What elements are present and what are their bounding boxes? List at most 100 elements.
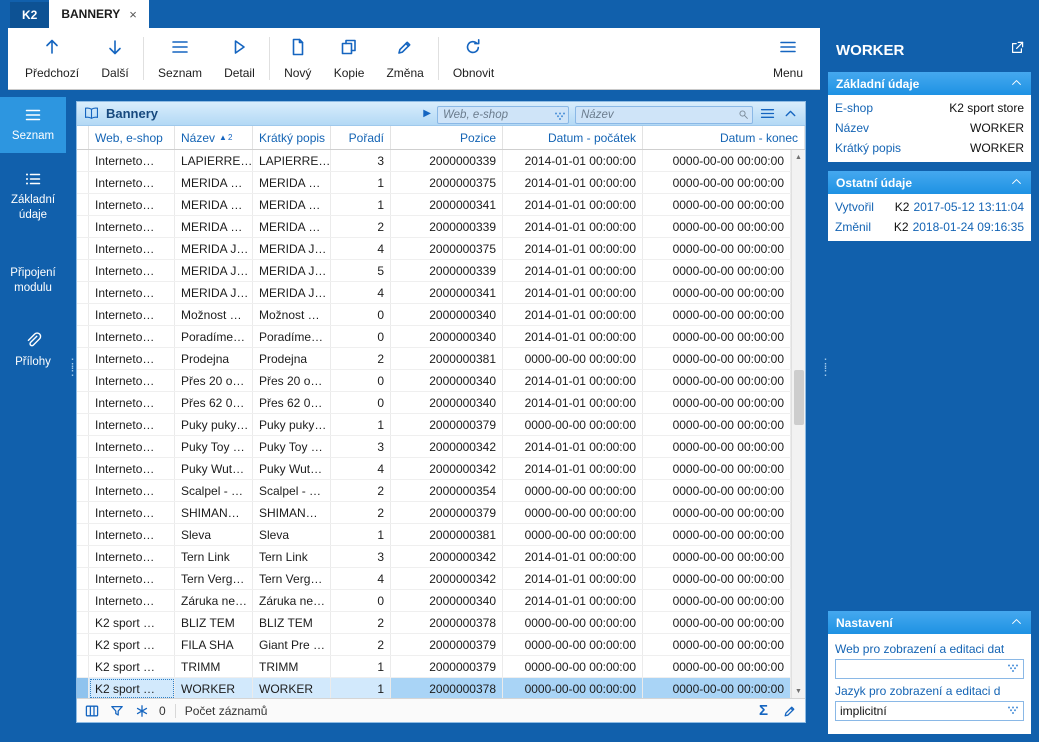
cell[interactable]: 0000-00-00 00:00:00 bbox=[643, 370, 791, 391]
cell[interactable]: MERIDA J… bbox=[175, 260, 253, 281]
column-header-poradi[interactable]: Pořadí bbox=[331, 126, 391, 149]
vertical-scrollbar[interactable]: ▲ ▼ bbox=[791, 150, 805, 698]
cell[interactable]: 3 bbox=[331, 150, 391, 171]
cell[interactable]: 2000000340 bbox=[391, 304, 503, 325]
cell[interactable]: 2014-01-01 00:00:00 bbox=[503, 392, 643, 413]
cell[interactable]: 4 bbox=[331, 282, 391, 303]
table-row[interactable]: Interneto…MERIDA …MERIDA …12000000341201… bbox=[77, 194, 791, 216]
cell[interactable]: 0 bbox=[331, 370, 391, 391]
asterisk-icon[interactable] bbox=[134, 703, 150, 719]
tab-k2[interactable]: K2 bbox=[10, 2, 49, 28]
cell[interactable]: Možnost … bbox=[253, 304, 331, 325]
table-row[interactable]: Interneto…Možnost …Možnost …020000003402… bbox=[77, 304, 791, 326]
cell[interactable]: Sleva bbox=[253, 524, 331, 545]
cell[interactable]: 0000-00-00 00:00:00 bbox=[643, 260, 791, 281]
cell[interactable]: 1 bbox=[331, 194, 391, 215]
cell[interactable]: MERIDA J… bbox=[175, 238, 253, 259]
field-row[interactable]: E-shop K2 sport store bbox=[828, 98, 1031, 118]
cell[interactable]: 0000-00-00 00:00:00 bbox=[503, 524, 643, 545]
row-marker[interactable] bbox=[77, 458, 89, 479]
cell[interactable]: 0000-00-00 00:00:00 bbox=[503, 678, 643, 698]
table-row[interactable]: Interneto…Puky Toy …Puky Toy …3200000034… bbox=[77, 436, 791, 458]
cell[interactable]: Interneto… bbox=[89, 216, 175, 237]
cell[interactable]: 0000-00-00 00:00:00 bbox=[503, 612, 643, 633]
right-splitter[interactable]: ⋮⋮ bbox=[819, 360, 827, 374]
cell[interactable]: MERIDA … bbox=[253, 172, 331, 193]
row-marker[interactable] bbox=[77, 590, 89, 611]
edit-pencil-icon[interactable] bbox=[782, 703, 798, 719]
row-marker[interactable] bbox=[77, 348, 89, 369]
row-marker[interactable] bbox=[77, 172, 89, 193]
cell[interactable]: Scalpel - … bbox=[175, 480, 253, 501]
cell[interactable]: 2000000340 bbox=[391, 370, 503, 391]
cell[interactable]: 2000000354 bbox=[391, 480, 503, 501]
cell[interactable]: 2014-01-01 00:00:00 bbox=[503, 304, 643, 325]
cell[interactable]: LAPIERRE… bbox=[175, 150, 253, 171]
row-marker[interactable] bbox=[77, 370, 89, 391]
cell[interactable]: Interneto… bbox=[89, 590, 175, 611]
cell[interactable]: Tern Link bbox=[253, 546, 331, 567]
cell[interactable]: K2 sport … bbox=[89, 678, 175, 698]
table-row[interactable]: Interneto…MERIDA …MERIDA …12000000375201… bbox=[77, 172, 791, 194]
tab-bannery[interactable]: BANNERY × bbox=[49, 0, 149, 28]
cell[interactable]: Interneto… bbox=[89, 282, 175, 303]
cell[interactable]: Interneto… bbox=[89, 370, 175, 391]
cell[interactable]: Interneto… bbox=[89, 480, 175, 501]
cell[interactable]: 4 bbox=[331, 458, 391, 479]
open-external-icon[interactable] bbox=[1009, 40, 1025, 60]
cell[interactable]: 1 bbox=[331, 414, 391, 435]
table-row[interactable]: K2 sport …WORKERWORKER120000003780000-00… bbox=[77, 678, 791, 698]
cell[interactable]: 2014-01-01 00:00:00 bbox=[503, 172, 643, 193]
cell[interactable]: Interneto… bbox=[89, 260, 175, 281]
previous-button[interactable]: Předchozí bbox=[14, 28, 90, 89]
table-row[interactable]: Interneto…MERIDA J…MERIDA J…420000003412… bbox=[77, 282, 791, 304]
dropdown-icon[interactable] bbox=[1007, 702, 1019, 720]
cell[interactable]: 1 bbox=[331, 524, 391, 545]
cell[interactable]: MERIDA … bbox=[253, 194, 331, 215]
cell[interactable]: 0 bbox=[331, 326, 391, 347]
cell[interactable]: Interneto… bbox=[89, 304, 175, 325]
cell[interactable]: 3 bbox=[331, 546, 391, 567]
cell[interactable]: 0000-00-00 00:00:00 bbox=[643, 436, 791, 457]
cell[interactable]: 2 bbox=[331, 612, 391, 633]
cell[interactable]: 1 bbox=[331, 172, 391, 193]
scrollbar-thumb[interactable] bbox=[794, 370, 804, 425]
cell[interactable]: 2 bbox=[331, 502, 391, 523]
cell[interactable]: 0000-00-00 00:00:00 bbox=[503, 656, 643, 677]
column-header-datum-pocatek[interactable]: Datum - počátek bbox=[503, 126, 643, 149]
cell[interactable]: 4 bbox=[331, 568, 391, 589]
cell[interactable]: MERIDA J… bbox=[253, 238, 331, 259]
cell[interactable]: K2 sport … bbox=[89, 612, 175, 633]
table-row[interactable]: Interneto…SlevaSleva120000003810000-00-0… bbox=[77, 524, 791, 546]
cell[interactable]: Interneto… bbox=[89, 392, 175, 413]
cell[interactable]: Puky Wut… bbox=[253, 458, 331, 479]
cell[interactable]: Přes 20 o… bbox=[175, 370, 253, 391]
edit-button[interactable]: Změna bbox=[375, 28, 434, 89]
row-marker[interactable] bbox=[77, 480, 89, 501]
cell[interactable]: 2000000379 bbox=[391, 656, 503, 677]
table-row[interactable]: Interneto…MERIDA J…MERIDA J…520000003392… bbox=[77, 260, 791, 282]
cell[interactable]: Tern Link bbox=[175, 546, 253, 567]
cell[interactable]: 2000000378 bbox=[391, 678, 503, 698]
cell[interactable]: K2 sport … bbox=[89, 634, 175, 655]
cell[interactable]: 2 bbox=[331, 634, 391, 655]
scroll-down-icon[interactable]: ▼ bbox=[792, 684, 805, 698]
cell[interactable]: 2014-01-01 00:00:00 bbox=[503, 260, 643, 281]
cell[interactable]: Puky puky… bbox=[253, 414, 331, 435]
cell[interactable]: TRIMM bbox=[253, 656, 331, 677]
row-marker[interactable] bbox=[77, 612, 89, 633]
cell[interactable]: MERIDA … bbox=[253, 216, 331, 237]
cell[interactable]: 0000-00-00 00:00:00 bbox=[643, 348, 791, 369]
cell[interactable]: Interneto… bbox=[89, 414, 175, 435]
cell[interactable]: 0000-00-00 00:00:00 bbox=[643, 568, 791, 589]
cell[interactable]: Poradíme… bbox=[175, 326, 253, 347]
cell[interactable]: 2014-01-01 00:00:00 bbox=[503, 546, 643, 567]
row-marker[interactable] bbox=[77, 260, 89, 281]
row-marker[interactable] bbox=[77, 568, 89, 589]
scroll-up-icon[interactable]: ▲ bbox=[792, 150, 805, 164]
cell[interactable]: Interneto… bbox=[89, 194, 175, 215]
cell[interactable]: 2000000379 bbox=[391, 502, 503, 523]
cell[interactable]: 2000000342 bbox=[391, 436, 503, 457]
cell[interactable]: 2000000342 bbox=[391, 568, 503, 589]
cell[interactable]: 4 bbox=[331, 238, 391, 259]
